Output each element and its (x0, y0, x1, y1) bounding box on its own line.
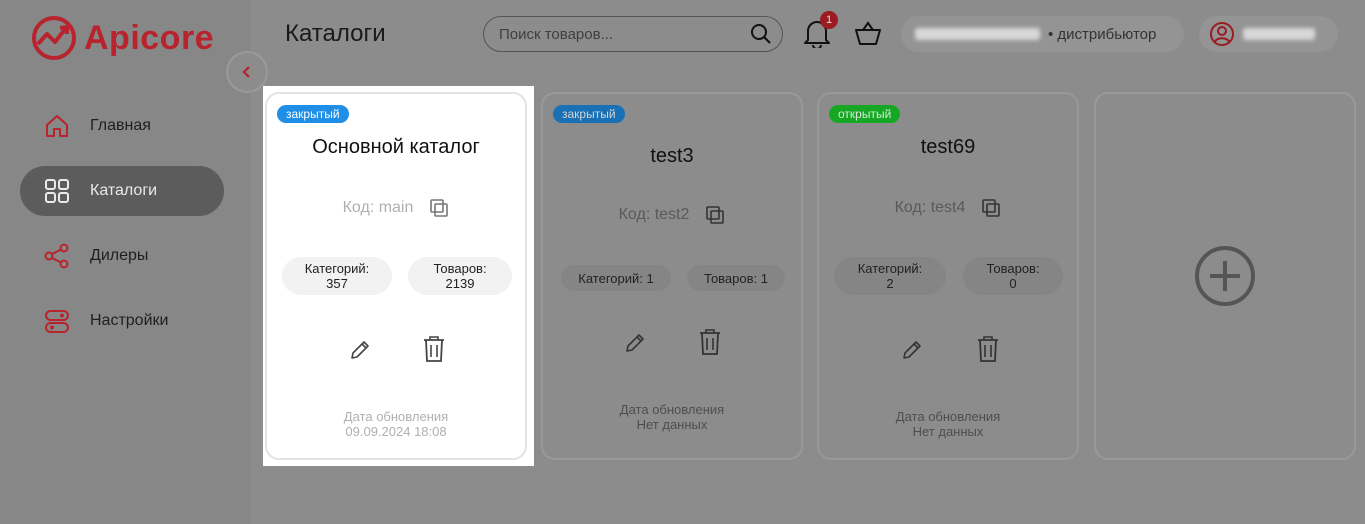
copy-icon[interactable] (429, 198, 449, 218)
copy-icon[interactable] (705, 205, 725, 225)
edit-icon[interactable] (348, 338, 372, 362)
sidebar: Apicore Главная Каталоги Дилеры Настройк… (0, 0, 250, 524)
catalog-code-row: Код: test4 (819, 198, 1077, 218)
products-stat: Товаров: 2139 (408, 257, 512, 295)
products-label: Товаров: (433, 261, 487, 276)
company-name-redacted (915, 28, 1040, 40)
page-title: Каталоги (285, 20, 386, 47)
update-info: Дата обновления 09.09.2024 18:08 (267, 409, 525, 439)
products-value: 0 (1009, 276, 1017, 291)
products-stat: Товаров: 0 (963, 257, 1063, 295)
update-value: Нет данных (912, 424, 984, 439)
categories-stat: Категорий: 1 (561, 265, 671, 291)
products-text: Товаров: 1 (704, 270, 768, 286)
sidebar-collapse-button[interactable] (226, 51, 268, 93)
update-label: Дата обновления (895, 409, 1001, 424)
plus-circle-icon (1195, 246, 1255, 306)
update-value: Нет данных (636, 417, 708, 432)
catalog-title: test3 (650, 145, 694, 167)
chevron-left-icon (242, 66, 250, 78)
catalog-code: Код: test2 (618, 206, 690, 223)
trash-icon[interactable] (976, 335, 1000, 363)
edit-icon[interactable] (623, 331, 647, 355)
copy-icon[interactable] (981, 198, 1001, 218)
catalog-card[interactable]: закрытый test3 Код: test2 Категорий: 1 Т… (541, 92, 803, 460)
sidebar-item-settings[interactable]: Настройки (20, 296, 224, 346)
catalog-title: test69 (920, 136, 976, 158)
update-info: Дата обновления Нет данных (819, 409, 1077, 439)
products-value: 2139 (445, 276, 475, 291)
sidebar-item-dealers[interactable]: Дилеры (20, 231, 224, 281)
categories-stat: Категорий: 357 (282, 257, 392, 295)
update-value: 09.09.2024 18:08 (345, 424, 447, 439)
trash-icon[interactable] (422, 335, 446, 363)
categories-label: Категорий: (857, 261, 923, 276)
categories-text: Категорий: 1 (578, 270, 654, 286)
update-label: Дата обновления (619, 402, 725, 417)
sidebar-item-home[interactable]: Главная (20, 101, 224, 151)
categories-stat: Категорий: 2 (834, 257, 946, 295)
catalog-code: Код: main (342, 199, 414, 216)
add-catalog-card[interactable] (1094, 92, 1356, 460)
catalog-card[interactable]: открытый test69 Код: test4 Категорий: 2 … (817, 92, 1079, 460)
categories-value: 357 (326, 276, 348, 291)
logo[interactable]: Apicore (30, 14, 214, 62)
sidebar-item-catalogs[interactable]: Каталоги (20, 166, 224, 216)
products-stat: Товаров: 1 (687, 265, 785, 291)
catalog-code-row: Код: test2 (543, 205, 801, 225)
categories-label: Категорий: (304, 261, 370, 276)
grid-icon (45, 179, 69, 203)
search-input[interactable] (499, 25, 739, 43)
catalog-code: Код: test4 (894, 199, 966, 216)
profile-menu[interactable] (1199, 16, 1338, 52)
sidebar-item-label: Дилеры (90, 247, 149, 264)
catalog-card[interactable]: закрытый Основной каталог Код: main Кате… (265, 92, 527, 460)
user-role: • дистрибьютор (1048, 25, 1157, 43)
trash-icon[interactable] (698, 328, 722, 356)
update-info: Дата обновления Нет данных (543, 402, 801, 432)
basket-icon[interactable] (853, 20, 883, 48)
logo-icon (32, 16, 76, 60)
status-badge: открытый (829, 105, 901, 123)
catalog-code-row: Код: main (267, 198, 525, 218)
share-icon (44, 243, 69, 269)
status-badge: закрытый (277, 105, 349, 123)
categories-value: 2 (886, 276, 894, 291)
company-switcher[interactable]: • дистрибьютор (901, 16, 1184, 52)
sidebar-item-label: Настройки (90, 312, 169, 329)
edit-icon[interactable] (900, 338, 924, 362)
settings-icon (45, 310, 69, 333)
status-badge: закрытый (553, 105, 625, 123)
search-bar (483, 16, 783, 52)
home-icon (46, 115, 68, 137)
notification-badge: 1 (820, 11, 838, 29)
products-label: Товаров: (986, 261, 1040, 276)
sidebar-item-label: Каталоги (90, 182, 158, 199)
update-label: Дата обновления (343, 409, 449, 424)
logo-text: Apicore (84, 18, 215, 57)
user-name-redacted (1243, 28, 1315, 40)
catalog-title: Основной каталог (312, 136, 480, 158)
sidebar-item-label: Главная (90, 117, 151, 134)
search-icon[interactable] (750, 23, 772, 45)
user-icon (1210, 22, 1234, 46)
